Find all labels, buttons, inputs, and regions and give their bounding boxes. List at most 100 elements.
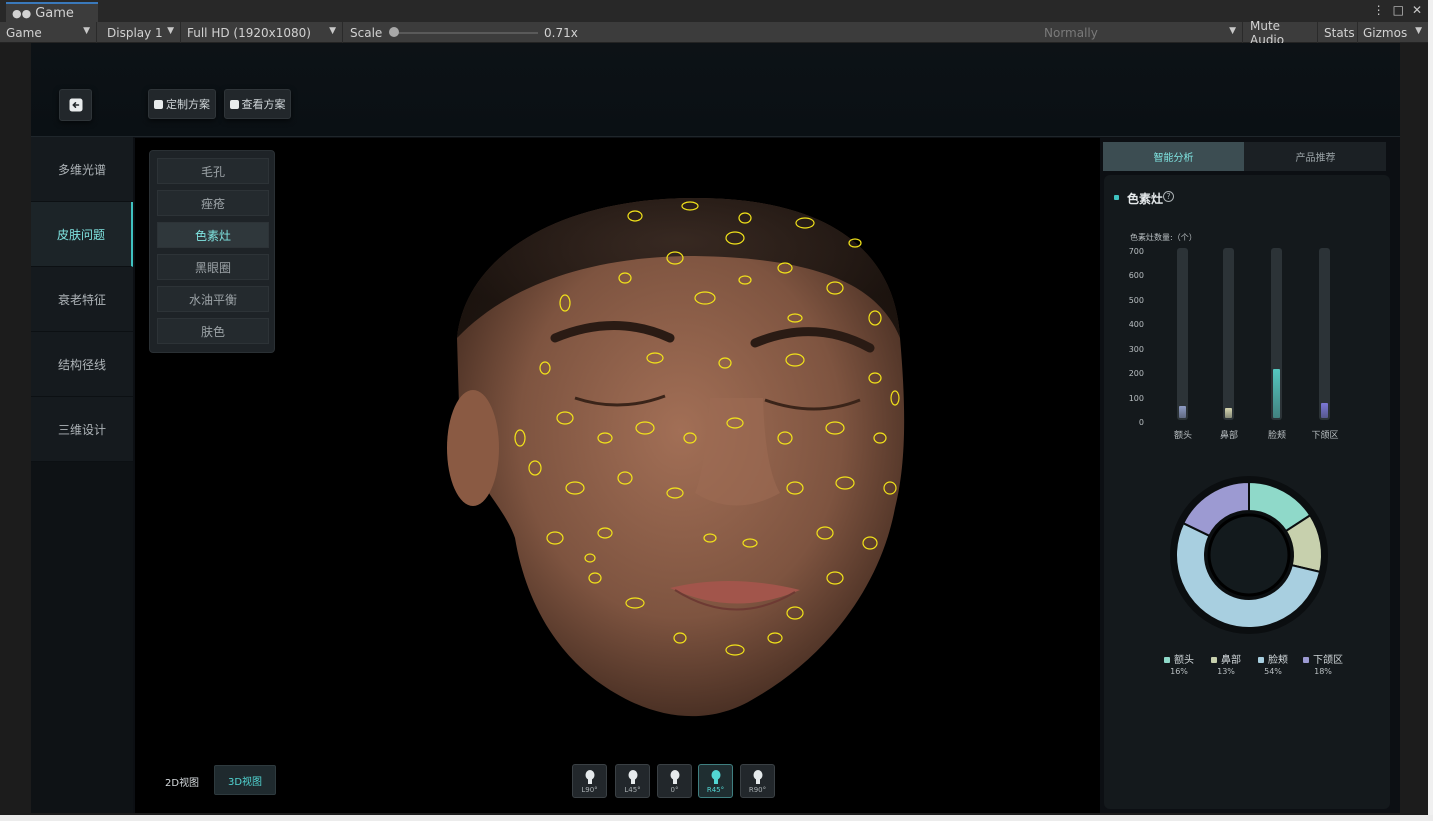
angle-label: L45°: [624, 786, 641, 794]
game-view-toolbar: Game ▼ Display 1 ▼ Full HD (1920x1080) ▼…: [0, 19, 1428, 47]
legend-swatch: [1303, 657, 1309, 663]
angle-button[interactable]: 0°: [657, 764, 692, 798]
bar: [1273, 369, 1280, 418]
y-tick-label: 100: [1128, 393, 1144, 403]
view-3d-button[interactable]: 3D视图: [214, 765, 276, 795]
angle-label: 0°: [670, 786, 679, 794]
nav-item-label: 多维光谱: [57, 162, 106, 177]
edit-icon: [154, 99, 163, 109]
face-viewport[interactable]: [135, 138, 1100, 813]
legend-swatch: [1211, 657, 1217, 663]
submenu-item-oil-balance[interactable]: 水油平衡: [157, 286, 269, 312]
background-window-edge-bottom: [0, 815, 1433, 821]
bar: [1321, 403, 1328, 418]
y-tick-label: 0: [1138, 418, 1144, 427]
view-plan-button[interactable]: 查看方案: [224, 89, 291, 119]
nav-item-multispectral[interactable]: 多维光谱: [31, 137, 133, 202]
resolution-select[interactable]: Full HD (1920x1080) ▼: [181, 22, 343, 43]
x-tick-label: 额头: [1173, 431, 1192, 441]
close-icon[interactable]: ✕: [1412, 3, 1422, 17]
nav-item-structure[interactable]: 结构径线: [31, 332, 133, 397]
background-window-edge: [1428, 0, 1433, 821]
donut-hole: [1207, 513, 1291, 597]
bar: [1179, 405, 1186, 418]
game-select[interactable]: Game ▼: [0, 22, 97, 43]
scale-slider-track[interactable]: [392, 32, 538, 34]
display-select-value: Display 1: [107, 25, 163, 40]
legend-swatch: [1258, 657, 1264, 663]
chevron-down-icon: ▼: [329, 26, 336, 36]
maximize-icon[interactable]: □: [1393, 3, 1404, 17]
back-button[interactable]: [59, 89, 92, 121]
nav-item-label: 三维设计: [57, 422, 106, 437]
legend-swatch: [1164, 657, 1170, 663]
donut-chart: [1170, 476, 1328, 634]
angle-button[interactable]: L90°: [572, 764, 607, 798]
nav-item-3d-design[interactable]: 三维设计: [31, 397, 133, 462]
angle-button[interactable]: R45°: [698, 764, 733, 798]
nav-item-label: 衰老特征: [57, 292, 106, 307]
game-select-value: Game: [6, 25, 42, 40]
y-tick-label: 700: [1128, 247, 1144, 256]
head-icon: [628, 770, 637, 784]
play-mode-value: Normally: [1044, 25, 1098, 40]
game-tab-label: Game: [35, 5, 74, 21]
game-tab[interactable]: ●● Game: [6, 2, 98, 22]
y-tick-label: 300: [1128, 344, 1144, 354]
question-circle-icon[interactable]: ?: [1163, 191, 1174, 202]
submenu-item-label: 痤疮: [200, 196, 225, 211]
tab-label: 产品推荐: [1295, 153, 1336, 164]
gizmos-button[interactable]: Gizmos ▼: [1357, 22, 1428, 43]
view-3d-label: 3D视图: [227, 776, 263, 788]
resolution-select-value: Full HD (1920x1080): [187, 25, 311, 40]
stats-label: Stats: [1324, 25, 1355, 40]
gizmos-label: Gizmos: [1363, 25, 1408, 40]
submenu-item-dark-circles[interactable]: 黑眼圈: [157, 254, 269, 280]
gamepad-icon: ●●: [12, 6, 32, 20]
legend-entry: 鼻部: [1201, 651, 1251, 666]
customize-plan-label: 定制方案: [166, 98, 210, 111]
legend-percent: 54%: [1264, 667, 1282, 676]
submenu-item-label: 肤色: [200, 324, 225, 339]
angle-label: R90°: [748, 786, 767, 794]
view-2d-button[interactable]: 2D视图: [165, 774, 199, 789]
screen: ●● Game ⋮ □ ✕ Game ▼ Display 1 ▼ Full HD…: [0, 0, 1433, 821]
x-tick-label: 鼻部: [1219, 431, 1238, 441]
more-options-icon[interactable]: ⋮: [1373, 3, 1385, 17]
tab-product-recommend[interactable]: 产品推荐: [1245, 142, 1386, 171]
submenu-item-pigmentation[interactable]: 色素灶: [157, 222, 269, 248]
submenu-item-acne[interactable]: 痤疮: [157, 190, 269, 216]
head-icon: [753, 770, 762, 784]
x-tick-label: 脸颊: [1267, 431, 1286, 441]
head-icon: [670, 770, 679, 784]
bar-chart-title: 色素灶数量:（个）: [1130, 233, 1197, 242]
legend-entry: 额头: [1154, 651, 1204, 666]
legend-label: 额头: [1174, 655, 1194, 666]
legend-label: 脸颊: [1268, 655, 1288, 666]
skin-problem-submenu: 毛孔 痤疮 色素灶 黑眼圈 水油平衡 肤色: [149, 150, 275, 353]
submenu-item-pores[interactable]: 毛孔: [157, 158, 269, 184]
y-tick-label: 400: [1128, 320, 1144, 330]
chevron-down-icon: ▼: [1415, 26, 1422, 36]
scale-slider-handle[interactable]: [389, 27, 399, 37]
bar: [1225, 408, 1232, 418]
nav-item-skin-problems[interactable]: 皮肤问题: [31, 202, 133, 267]
face-model[interactable]: [135, 138, 1100, 813]
tab-smart-analysis[interactable]: 智能分析: [1103, 142, 1244, 171]
play-mode-select[interactable]: Normally ▼: [1038, 22, 1243, 43]
nav-item-aging[interactable]: 衰老特征: [31, 267, 133, 332]
nav-item-label: 结构径线: [57, 357, 106, 372]
legend-entry: 脸颊: [1248, 651, 1298, 666]
angle-button[interactable]: R90°: [740, 764, 775, 798]
display-select[interactable]: Display 1 ▼: [101, 22, 181, 43]
mute-audio-button[interactable]: Mute Audio: [1244, 19, 1318, 47]
arrow-left-icon: [69, 98, 82, 112]
stats-button[interactable]: Stats: [1318, 22, 1358, 43]
chevron-down-icon: ▼: [167, 26, 174, 36]
customize-plan-button[interactable]: 定制方案: [148, 89, 216, 119]
angle-button[interactable]: L45°: [615, 764, 650, 798]
tab-window-controls: ⋮ □ ✕: [1373, 3, 1422, 17]
y-tick-label: 200: [1128, 369, 1144, 379]
x-tick-label: 下颌区: [1311, 431, 1339, 441]
submenu-item-skin-tone[interactable]: 肤色: [157, 318, 269, 344]
